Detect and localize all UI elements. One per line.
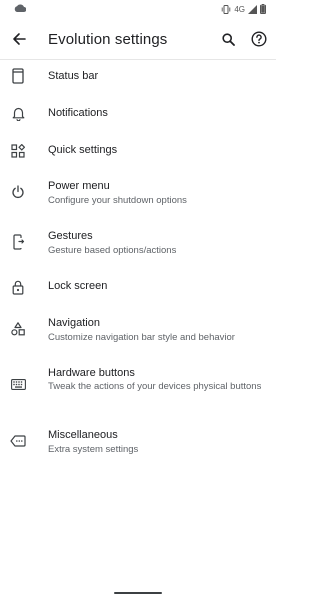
network-type: 4G	[234, 4, 245, 14]
settings-item-lock-screen[interactable]: Lock screen	[0, 270, 276, 304]
signal-icon	[248, 4, 257, 14]
item-subtitle: Customize navigation bar style and behav…	[48, 332, 235, 343]
item-title: Miscellaneous	[48, 429, 118, 441]
item-title: Power menu	[48, 180, 110, 192]
item-title: Quick settings	[48, 144, 118, 156]
item-subtitle: Gesture based options/actions	[48, 245, 177, 256]
item-title: Gestures	[48, 230, 93, 242]
settings-item-navigation[interactable]: Navigation Customize navigation bar styl…	[0, 308, 276, 348]
settings-item-notifications[interactable]: Notifications	[0, 97, 276, 131]
shapes-icon	[10, 321, 26, 337]
arrow-left-icon	[13, 33, 26, 45]
search-button[interactable]	[218, 29, 238, 49]
item-subtitle: Extra system settings	[48, 444, 139, 455]
screen: 4G Evolution settings Status bar Notific…	[0, 0, 276, 600]
settings-item-miscellaneous[interactable]: Miscellaneous Extra system settings	[0, 420, 276, 460]
item-title: Status bar	[48, 70, 99, 82]
item-subtitle: Configure your shutdown options	[48, 195, 187, 206]
item-title: Hardware buttons	[48, 367, 135, 379]
settings-item-power-menu[interactable]: Power menu Configure your shutdown optio…	[0, 172, 276, 212]
battery-icon	[260, 4, 266, 14]
settings-item-status-bar[interactable]: Status bar	[0, 60, 276, 94]
status-bar-icon	[10, 68, 26, 84]
item-title: Navigation	[48, 317, 100, 329]
gesture-nav-handle[interactable]	[114, 592, 162, 594]
bell-icon	[10, 106, 26, 122]
app-bar: Evolution settings	[0, 20, 276, 60]
settings-item-gestures[interactable]: Gestures Gesture based options/actions	[0, 222, 276, 262]
quick-settings-icon	[10, 143, 26, 159]
settings-item-quick-settings[interactable]: Quick settings	[0, 134, 276, 168]
page-title: Evolution settings	[48, 31, 168, 48]
help-button[interactable]	[248, 28, 270, 50]
lock-icon	[10, 279, 26, 295]
label-icon	[10, 433, 26, 449]
power-icon	[10, 184, 26, 200]
status-bar: 4G	[0, 0, 276, 20]
back-button[interactable]	[8, 28, 30, 50]
settings-item-hardware-buttons[interactable]: Hardware buttons Tweak the actions of yo…	[0, 358, 276, 410]
item-title: Notifications	[48, 107, 108, 119]
keyboard-icon	[10, 376, 26, 392]
item-subtitle: Tweak the actions of your devices physic…	[48, 381, 262, 392]
search-icon	[221, 32, 235, 46]
help-icon	[251, 31, 267, 47]
gesture-icon	[10, 234, 26, 250]
cloud-icon	[14, 4, 26, 12]
vibrate-icon	[222, 4, 231, 14]
item-title: Lock screen	[48, 280, 108, 292]
status-indicators: 4G	[221, 3, 266, 15]
